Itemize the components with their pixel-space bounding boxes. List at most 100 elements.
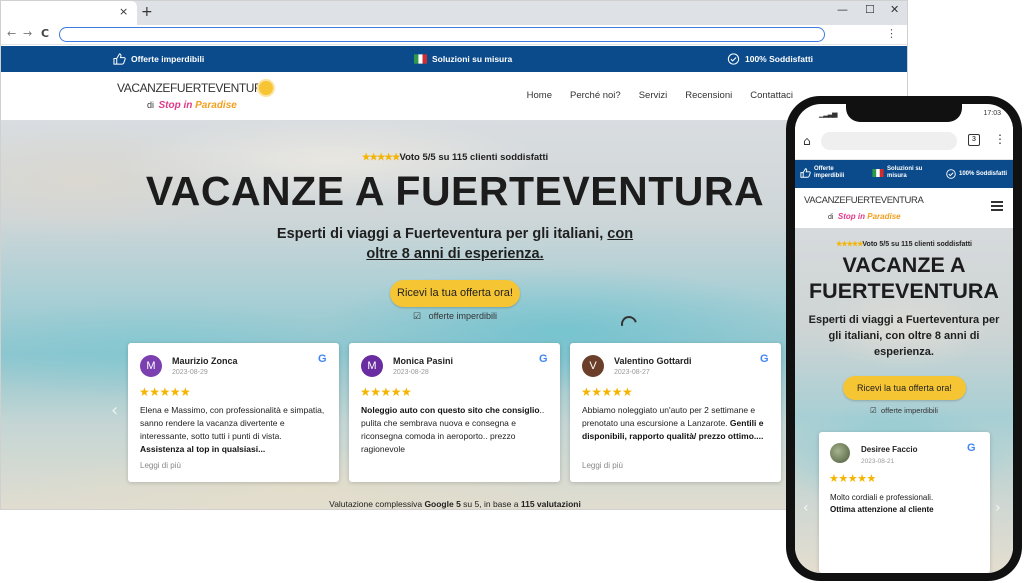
review-text: Abbiamo noleggiato un'auto per 2 settima… bbox=[582, 405, 764, 441]
google-icon: G bbox=[760, 353, 769, 365]
menu-item-services[interactable]: Servizi bbox=[639, 90, 668, 101]
strip-item-satisfied: 100% Soddisfatti bbox=[727, 53, 813, 65]
phone-time: 17:03 bbox=[983, 110, 1001, 117]
rating-text: Voto 5/5 su 115 clienti soddisfatti bbox=[399, 152, 549, 163]
avatar bbox=[830, 443, 850, 463]
menu-item-why-us[interactable]: Perché noi? bbox=[570, 90, 621, 101]
review-stars: ★★★★★ bbox=[581, 385, 633, 399]
desktop-browser-window: × + — ☐ ✕ ← → C ⋮ Offerte imperdibili So… bbox=[0, 0, 908, 510]
review-card: M Maurizio Zonca 2023-08-29 G ★★★★★ Elen… bbox=[128, 343, 339, 482]
tab-count-icon[interactable]: 3 bbox=[968, 134, 980, 146]
cta-note-text: offerte imperdibili bbox=[428, 311, 497, 321]
check-circle-icon bbox=[727, 53, 740, 65]
hero-rating: ★★★★★Voto 5/5 su 115 clienti soddisfatti bbox=[836, 241, 972, 248]
logo-main-text: VACANZEFUERTEVENTURA bbox=[117, 81, 270, 95]
hamburger-menu-icon[interactable] bbox=[991, 201, 1003, 211]
forward-icon[interactable]: → bbox=[23, 27, 32, 40]
review-date: 2023-08-27 bbox=[614, 369, 650, 376]
close-window-icon[interactable]: ✕ bbox=[890, 3, 899, 16]
review-stars: ★★★★★ bbox=[360, 385, 412, 399]
hero-title: VACANZE A FUERTEVENTURA bbox=[145, 168, 765, 214]
strip-item-custom: Soluzioni su misura bbox=[872, 166, 922, 180]
strip-label: Soluzioni su misura bbox=[432, 54, 513, 64]
browser-menu-icon[interactable]: ⋮ bbox=[886, 27, 897, 40]
back-icon[interactable]: ← bbox=[7, 27, 16, 40]
browser-tab[interactable]: × bbox=[1, 1, 137, 25]
italy-flag-icon bbox=[872, 169, 884, 177]
check-circle-icon bbox=[946, 169, 956, 179]
review-card: V Valentino Gottardi 2023-08-27 G ★★★★★ … bbox=[570, 343, 781, 482]
google-icon: G bbox=[539, 353, 548, 365]
google-icon: G bbox=[318, 353, 327, 365]
menu-item-contact[interactable]: Contattaci bbox=[750, 90, 793, 101]
checkbox-icon: ☑ bbox=[413, 311, 422, 321]
avatar: M bbox=[140, 355, 162, 377]
overall-rating: Valutazione complessiva Google 5 su 5, i… bbox=[329, 499, 581, 509]
reviewer-name: Desiree Faccio bbox=[861, 445, 918, 454]
carousel-prev-icon[interactable]: ‹ bbox=[111, 400, 118, 421]
phone-hero: ★★★★★Voto 5/5 su 115 clienti soddisfatti… bbox=[795, 228, 1013, 573]
cta-note: ☑ offerte imperdibili bbox=[1, 311, 907, 322]
address-bar[interactable] bbox=[59, 27, 825, 42]
review-date: 2023-08-28 bbox=[393, 369, 429, 376]
thumbs-up-icon bbox=[800, 168, 811, 178]
rating-stars-icon: ★★★★★ bbox=[361, 152, 401, 163]
review-stars: ★★★★★ bbox=[139, 385, 191, 399]
logo-brand: Stop in Paradise bbox=[158, 100, 237, 111]
review-text: Elena e Massimo, con professionalità e s… bbox=[140, 405, 325, 454]
cta-note: ☑ offerte imperdibili bbox=[870, 406, 938, 415]
strip-item-offers: Offerte imperdibili bbox=[113, 53, 204, 65]
menu-item-home[interactable]: Home bbox=[527, 90, 552, 101]
screenshot-stage: × + — ☐ ✕ ← → C ⋮ Offerte imperdibili So… bbox=[0, 0, 1024, 583]
minimize-icon[interactable]: — bbox=[837, 3, 848, 16]
hero-rating: ★★★★★Voto 5/5 su 115 clienti soddisfatti bbox=[1, 152, 907, 163]
menu-item-reviews[interactable]: Recensioni bbox=[685, 90, 732, 101]
phone-frame: ▁▂▃▅ 17:03 ⌂ 3 ⋮ Offerte imperdibili Solu… bbox=[786, 96, 1022, 581]
top-info-strip: Offerte imperdibili Soluzioni su misura … bbox=[1, 46, 907, 72]
new-tab-icon[interactable]: + bbox=[141, 4, 153, 20]
read-more-link[interactable]: Leggi di più bbox=[582, 461, 623, 470]
hero-section: ★★★★★Voto 5/5 su 115 clienti soddisfatti… bbox=[1, 120, 907, 509]
reload-icon[interactable]: C bbox=[41, 27, 49, 40]
reviewer-name: Maurizio Zonca bbox=[172, 356, 238, 366]
avatar: M bbox=[361, 355, 383, 377]
main-menu: Home Perché noi? Servizi Recensioni Cont… bbox=[527, 90, 793, 101]
site-logo[interactable]: VACANZEFUERTEVENTURA di Stop in Paradise bbox=[804, 195, 924, 224]
review-card: Desiree Faccio 2023-08-21 G ★★★★★ Molto … bbox=[819, 432, 990, 573]
logo-sub-text: di bbox=[147, 100, 155, 110]
hero-title: VACANZE A FUERTEVENTURA bbox=[809, 253, 999, 303]
phone-screen: ▁▂▃▅ 17:03 ⌂ 3 ⋮ Offerte imperdibili Solu… bbox=[795, 104, 1013, 573]
cta-button[interactable]: Ricevi la tua offerta ora! bbox=[390, 280, 520, 307]
review-text: Molto cordiali e professionali. Ottima at… bbox=[830, 493, 934, 514]
phone-notch bbox=[846, 104, 962, 122]
checkbox-icon: ☑ bbox=[870, 406, 877, 415]
review-date: 2023-08-29 bbox=[172, 369, 208, 376]
strip-item-satisfied: 100% Soddisfatti bbox=[946, 169, 1007, 179]
review-stars: ★★★★★ bbox=[829, 473, 876, 485]
tab-bar: × + — ☐ ✕ bbox=[1, 1, 907, 25]
reviewer-name: Monica Pasini bbox=[393, 356, 454, 366]
carousel-next-icon[interactable]: › bbox=[995, 500, 1001, 516]
signal-icon: ▁▂▃▅ bbox=[819, 111, 838, 118]
phone-info-strip: Offerte imperdibili Soluzioni su misura 10… bbox=[795, 160, 1013, 188]
strip-label: 100% Soddisfatti bbox=[745, 54, 814, 64]
review-date: 2023-08-21 bbox=[861, 458, 895, 465]
browser-toolbar: ← → C ⋮ bbox=[1, 25, 907, 45]
carousel-prev-icon[interactable]: ‹ bbox=[803, 500, 809, 516]
cta-button[interactable]: Ricevi la tua offerta ora! bbox=[843, 376, 966, 400]
strip-label: Offerte imperdibili bbox=[131, 54, 205, 64]
thumbs-up-icon bbox=[113, 53, 126, 65]
maximize-icon[interactable]: ☐ bbox=[865, 3, 875, 16]
phone-menu-icon[interactable]: ⋮ bbox=[994, 132, 1006, 146]
strip-item-custom: Soluzioni su misura bbox=[414, 53, 512, 65]
reviewer-name: Valentino Gottardi bbox=[614, 356, 692, 366]
phone-site-header: VACANZEFUERTEVENTURA di Stop in Paradise bbox=[795, 188, 1013, 228]
tab-close-icon[interactable]: × bbox=[119, 5, 128, 18]
site-logo[interactable]: VACANZEFUERTEVENTURA di Stop in Paradise bbox=[117, 81, 273, 113]
sun-icon bbox=[259, 81, 273, 95]
italy-flag-icon bbox=[414, 54, 427, 64]
strip-item-offers: Offerte imperdibili bbox=[800, 166, 844, 180]
phone-address-bar[interactable] bbox=[821, 132, 957, 150]
read-more-link[interactable]: Leggi di più bbox=[140, 461, 181, 470]
home-icon[interactable]: ⌂ bbox=[803, 134, 811, 148]
